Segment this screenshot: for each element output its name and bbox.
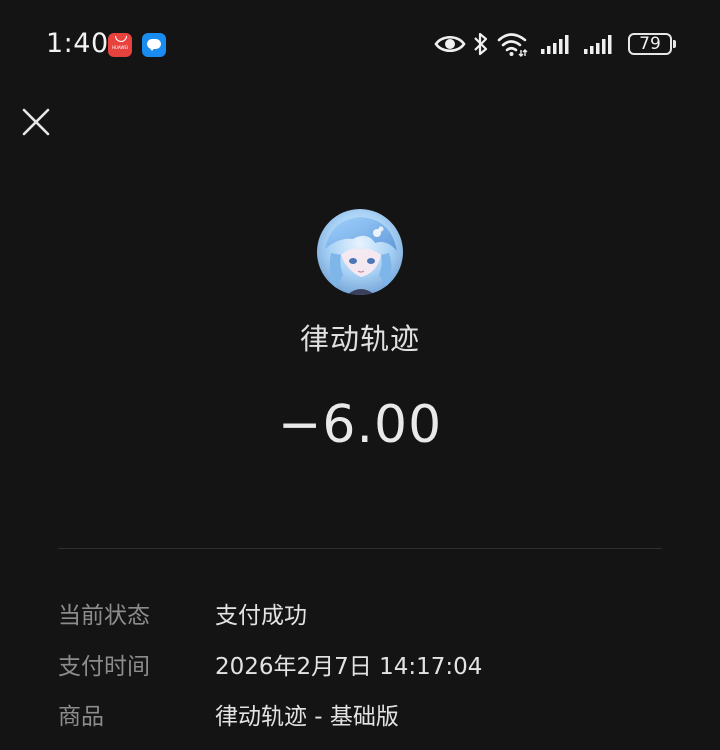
close-button[interactable] [20, 106, 52, 138]
divider [58, 548, 662, 549]
signal-icon [584, 35, 612, 54]
merchant-avatar [317, 209, 403, 295]
signal-icon [541, 35, 569, 54]
detail-value: 支付成功 [215, 603, 307, 629]
status-time: 1:40 [46, 28, 109, 59]
status-bar: 1:40 HUAWEI 79 [0, 0, 720, 90]
huawei-badge-text: HUAWEI [111, 45, 129, 50]
eye-icon [434, 35, 466, 53]
detail-row-status: 当前状态 支付成功 [58, 596, 678, 630]
detail-row-time: 支付时间 2026年2月7日 14:17:04 [58, 647, 678, 681]
detail-label: 当前状态 [58, 603, 150, 629]
battery-indicator: 79 [628, 33, 672, 55]
close-icon [22, 108, 50, 136]
detail-value: 2026年2月7日 14:17:04 [215, 654, 483, 680]
detail-value: 律动轨迹 - 基础版 [215, 704, 399, 730]
merchant-name: 律动轨迹 [299, 322, 420, 356]
detail-label: 支付时间 [58, 654, 150, 680]
detail-row-product: 商品 律动轨迹 - 基础版 [58, 697, 678, 731]
battery-tip [673, 40, 676, 48]
huawei-appgallery-icon: HUAWEI [108, 33, 132, 57]
bluetooth-icon [474, 32, 488, 56]
anime-avatar-image [317, 209, 403, 295]
payment-amount: −6.00 [277, 395, 443, 455]
message-icon [142, 33, 166, 57]
wifi-icon [497, 33, 528, 57]
detail-label: 商品 [58, 704, 104, 730]
